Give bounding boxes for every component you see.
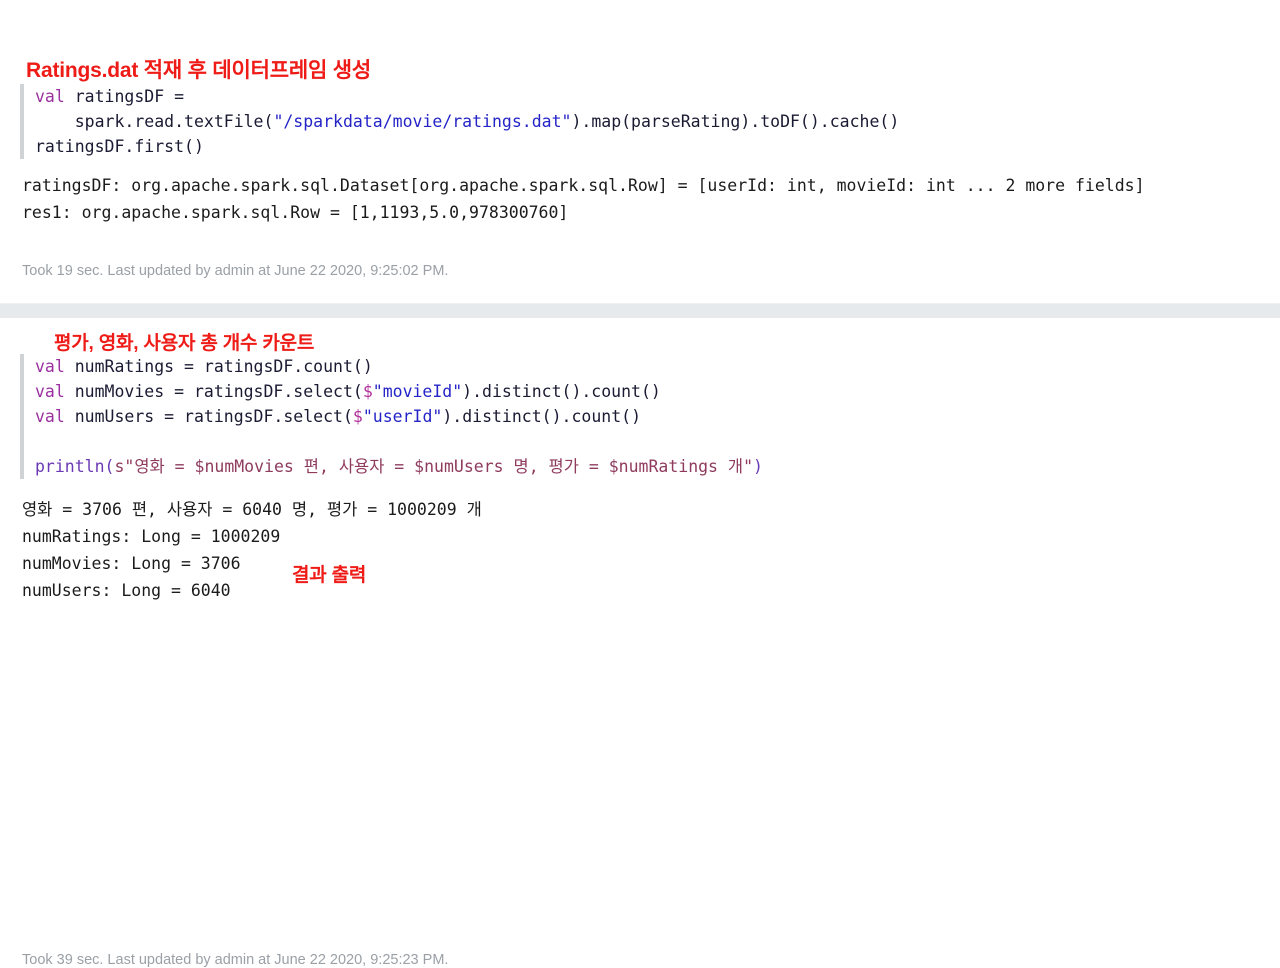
result-line: res1: org.apache.spark.sql.Row = [1,1193…: [22, 203, 569, 222]
println-call: println: [35, 457, 105, 476]
code-line: ratingsDF.first(): [35, 132, 1270, 159]
code-text: numMovies = ratingsDF.select(: [64, 382, 363, 401]
cell-2-result-annotation: 결과 출력: [292, 565, 367, 586]
code-text: numRatings = ratingsDF.count(): [64, 357, 373, 376]
code-line: println(s"영화 = $numMovies 편, 사용자 = $numU…: [35, 452, 1270, 479]
code-text: ratingsDF.first: [35, 137, 185, 156]
keyword-val: val: [35, 357, 65, 376]
code-text: numUsers = ratingsDF.select(: [64, 407, 353, 426]
keyword-val: val: [35, 407, 65, 426]
code-text: ).map(parseRating).toDF().cache(): [571, 112, 900, 131]
column-ref-dollar: $: [352, 407, 363, 426]
result-line: numUsers: Long = 6040: [22, 581, 231, 600]
code-line: val ratingsDF =: [35, 84, 1270, 109]
code-line: val numMovies = ratingsDF.select($"movie…: [35, 379, 1270, 404]
bracket-highlight-caret: (: [182, 132, 195, 159]
bracket-highlight-caret: (: [102, 452, 116, 479]
result-line: numRatings: Long = 1000209: [22, 527, 281, 546]
cell-1-annotation: Ratings.dat 적재 후 데이터프레임 생성: [26, 59, 371, 82]
cell-2-result: 영화 = 3706 편, 사용자 = 6040 명, 평가 = 1000209 …: [22, 496, 1272, 604]
code-text: ratingsDF =: [64, 87, 185, 106]
result-line: ratingsDF: org.apache.spark.sql.Dataset[…: [22, 176, 1145, 195]
keyword-val: val: [35, 382, 65, 401]
cell-1-editor[interactable]: val ratingsDF = spark.read.textFile("/sp…: [20, 84, 1270, 159]
code-text: ).distinct().count(): [442, 407, 642, 426]
code-line: val numRatings = ratingsDF.count(): [35, 354, 1270, 379]
interpolated-string: s"영화 = $numMovies 편, 사용자 = $numUsers 명, …: [114, 457, 754, 476]
code-line: spark.read.textFile("/sparkdata/movie/ra…: [35, 109, 1270, 134]
cell-2-editor[interactable]: val numRatings = ratingsDF.count() val n…: [20, 354, 1270, 479]
result-line: numMovies: Long = 3706: [22, 554, 241, 573]
cell-2-status: Took 39 sec. Last updated by admin at Ju…: [22, 952, 449, 968]
string-literal: "userId": [362, 407, 443, 426]
cell-1-status: Took 19 sec. Last updated by admin at Ju…: [22, 263, 449, 279]
keyword-val: val: [35, 87, 65, 106]
notebook-page: Ratings.dat 적재 후 데이터프레임 생성 val ratingsDF…: [0, 0, 1280, 968]
code-text: ).distinct().count(): [462, 382, 661, 401]
notebook-cell-1[interactable]: Ratings.dat 적재 후 데이터프레임 생성 val ratingsDF…: [0, 0, 1280, 303]
code-line: val numUsers = ratingsDF.select($"userId…: [35, 404, 1270, 429]
string-literal: "movieId": [372, 382, 463, 401]
string-literal: "/sparkdata/movie/ratings.dat": [273, 112, 572, 131]
cell-1-result: ratingsDF: org.apache.spark.sql.Dataset[…: [22, 172, 1272, 226]
code-text: ): [753, 457, 763, 476]
column-ref-dollar: $: [362, 382, 373, 401]
code-text: spark.read.textFile(: [74, 112, 274, 131]
result-line: 영화 = 3706 편, 사용자 = 6040 명, 평가 = 1000209 …: [22, 500, 482, 519]
notebook-cell-2[interactable]: 평가, 영화, 사용자 총 개수 카운트 val numRatings = ra…: [0, 318, 1280, 968]
cell-2-annotation: 평가, 영화, 사용자 총 개수 카운트: [54, 333, 315, 354]
code-text: ): [193, 137, 204, 156]
